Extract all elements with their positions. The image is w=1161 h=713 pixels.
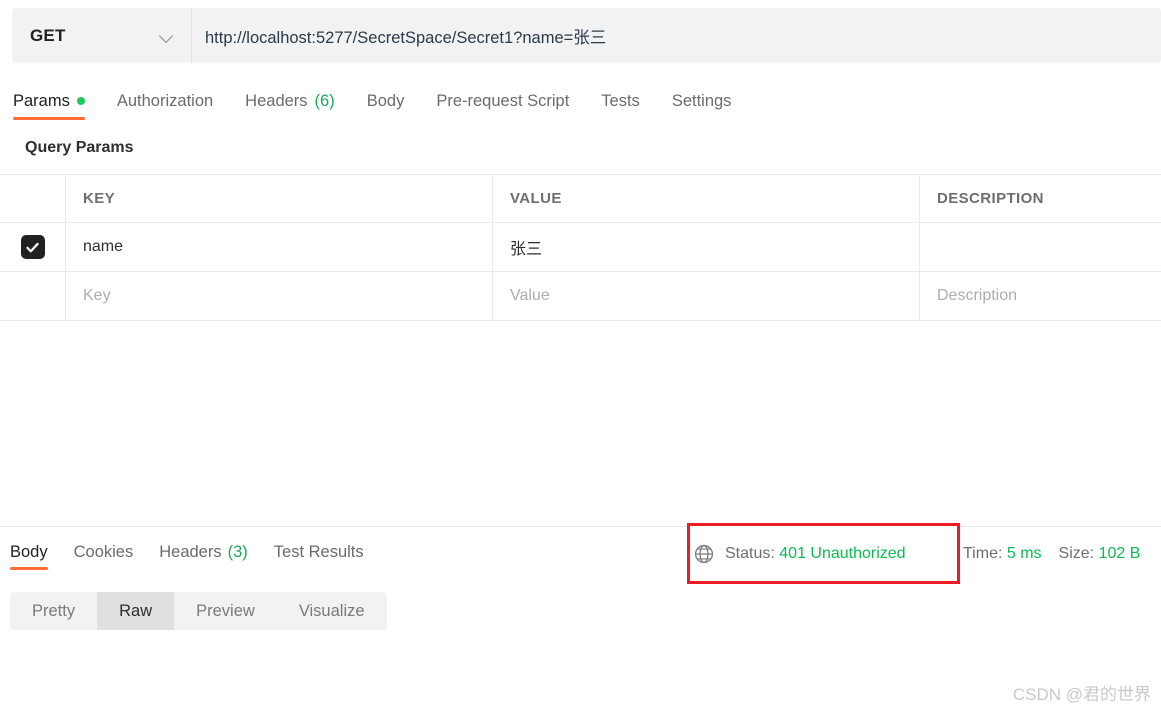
time-value: 5 ms: [1006, 545, 1042, 562]
tab-response-cookies-label: Cookies: [73, 542, 134, 561]
query-params-title: Query Params: [25, 139, 134, 156]
http-method-label: GET: [30, 25, 66, 45]
tab-authorization[interactable]: Authorization: [117, 82, 229, 120]
empty-row-value-input[interactable]: Value: [493, 272, 920, 320]
empty-row-key-input[interactable]: Key: [66, 272, 493, 320]
query-params-table: KEY VALUE DESCRIPTION name 张三 Key Value …: [0, 174, 1161, 321]
status-value: 401 Unauthorized: [779, 545, 906, 562]
empty-row-description-input[interactable]: Description: [920, 272, 1161, 320]
row-description-input[interactable]: [920, 223, 1161, 271]
view-mode-visualize[interactable]: Visualize: [277, 592, 387, 630]
row-select-cell: [0, 223, 66, 271]
tab-response-headers-label: Headers: [159, 542, 222, 561]
tab-params[interactable]: Params: [13, 82, 101, 120]
tab-body[interactable]: Body: [367, 82, 421, 120]
header-cell-select: [0, 175, 66, 222]
row-value-input[interactable]: 张三: [493, 223, 920, 271]
response-view-mode-switch: Pretty Raw Preview Visualize: [10, 592, 387, 630]
postman-request-response-panel: GET http://localhost:5277/SecretSpace/Se…: [0, 0, 1161, 713]
row-key-input[interactable]: name: [66, 223, 493, 271]
view-mode-pretty[interactable]: Pretty: [10, 592, 97, 630]
tab-response-cookies[interactable]: Cookies: [74, 534, 148, 570]
tab-authorization-label: Authorization: [116, 91, 214, 110]
tab-settings-label: Settings: [671, 91, 732, 110]
tab-body-label: Body: [366, 91, 405, 110]
status-label: Status:: [725, 545, 775, 562]
empty-row-select-cell: [0, 272, 66, 320]
header-cell-value: VALUE: [493, 175, 920, 222]
table-header-row: KEY VALUE DESCRIPTION: [0, 174, 1161, 223]
tab-tests[interactable]: Tests: [601, 82, 656, 120]
tab-pre-request-script-label: Pre-request Script: [436, 91, 570, 110]
http-method-selector[interactable]: GET: [12, 8, 192, 63]
tab-headers[interactable]: Headers (6): [245, 82, 351, 120]
tab-settings[interactable]: Settings: [672, 82, 748, 120]
row-enabled-checkbox[interactable]: [20, 235, 45, 259]
watermark: CSDN @君的世界: [1012, 685, 1151, 704]
chevron-down-icon: [160, 29, 174, 43]
table-row: name 张三: [0, 223, 1161, 272]
size-label: Size:: [1058, 545, 1095, 562]
url-bar: GET http://localhost:5277/SecretSpace/Se…: [12, 8, 1161, 63]
tab-params-label: Params: [13, 91, 70, 110]
view-mode-raw[interactable]: Raw: [97, 592, 175, 630]
tab-response-headers[interactable]: Headers (3): [159, 534, 262, 570]
tab-test-results-label: Test Results: [273, 542, 364, 561]
view-mode-preview[interactable]: Preview: [174, 592, 277, 630]
tab-headers-count: (6): [314, 91, 335, 110]
tab-tests-label: Tests: [601, 91, 640, 110]
tab-test-results[interactable]: Test Results: [274, 534, 378, 570]
tab-pre-request-script[interactable]: Pre-request Script: [436, 82, 585, 120]
response-divider: [0, 526, 1161, 527]
status-badge[interactable]: Status: 401 Unauthorized: [725, 545, 906, 563]
table-row-empty: Key Value Description: [0, 272, 1161, 321]
request-tab-bar: Params Authorization Headers (6) Body Pr…: [0, 82, 1161, 124]
tab-response-body[interactable]: Body: [10, 534, 62, 570]
tab-response-headers-count: (3): [227, 542, 248, 561]
header-cell-description: DESCRIPTION: [937, 190, 1044, 207]
time-label: Time:: [963, 545, 1003, 562]
tab-response-body-label: Body: [10, 542, 48, 561]
globe-icon: [694, 544, 714, 564]
params-modified-dot-icon: [76, 97, 85, 105]
url-input[interactable]: http://localhost:5277/SecretSpace/Secret…: [192, 8, 1161, 63]
tab-headers-label: Headers: [245, 91, 308, 110]
size-value: 102 B: [1098, 545, 1141, 562]
header-cell-key: KEY: [66, 175, 493, 222]
response-meta-group: Time: 5 ms Size: 102 B: [963, 534, 1140, 574]
response-time[interactable]: Time: 5 ms: [963, 545, 1042, 563]
response-size[interactable]: Size: 102 B: [1059, 545, 1141, 563]
response-status-group: Status: 401 Unauthorized: [693, 534, 906, 574]
response-tab-bar: Body Cookies Headers (3) Test Results: [0, 534, 390, 574]
